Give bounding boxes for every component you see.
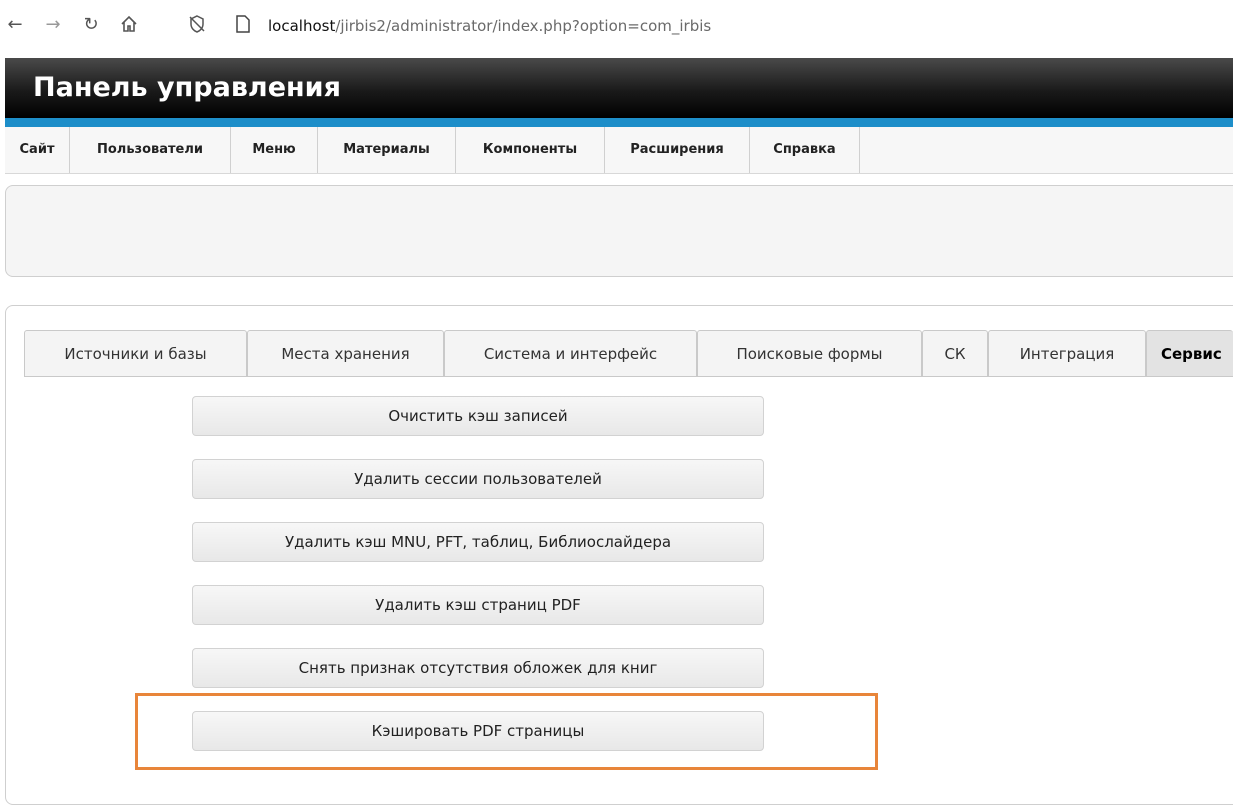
delete-pdf-pages-cache-button[interactable]: Удалить кэш страниц PDF — [192, 585, 764, 625]
menu-item-users[interactable]: Пользователи — [70, 127, 231, 173]
highlight-annotation — [135, 693, 878, 770]
tab-sources-and-databases[interactable]: Источники и базы — [24, 330, 247, 376]
page-title: Панель управления — [33, 72, 341, 103]
header-accent-stripe — [5, 118, 1233, 127]
menu-item-extensions[interactable]: Расширения — [605, 127, 750, 173]
home-icon[interactable] — [118, 14, 140, 36]
delete-user-sessions-button[interactable]: Удалить сессии пользователей — [192, 459, 764, 499]
admin-header: Панель управления — [5, 58, 1233, 118]
toolbar-area — [5, 185, 1233, 277]
tab-search-forms[interactable]: Поисковые формы — [697, 330, 922, 376]
reset-missing-covers-button[interactable]: Снять признак отсутствия обложек для кни… — [192, 648, 764, 688]
tracking-protection-icon[interactable] — [186, 14, 208, 36]
menu-item-menus[interactable]: Меню — [231, 127, 318, 173]
menu-item-components[interactable]: Компоненты — [456, 127, 605, 173]
url-path: /jirbis2/administrator/index.php?option=… — [335, 17, 712, 35]
back-arrow-icon[interactable]: ← — [4, 14, 26, 36]
url-host: localhost — [268, 17, 336, 35]
page-info-icon[interactable] — [232, 14, 254, 36]
tab-integration[interactable]: Интеграция — [988, 330, 1146, 376]
menu-item-content[interactable]: Материалы — [318, 127, 456, 173]
tab-storage-locations[interactable]: Места хранения — [247, 330, 444, 376]
reload-icon[interactable]: ↻ — [80, 14, 102, 36]
menu-item-site[interactable]: Сайт — [5, 127, 70, 173]
menu-item-help[interactable]: Справка — [750, 127, 860, 173]
address-bar[interactable]: localhost/jirbis2/administrator/index.ph… — [268, 16, 711, 36]
forward-arrow-icon[interactable]: → — [42, 14, 64, 36]
clear-records-cache-button[interactable]: Очистить кэш записей — [192, 396, 764, 436]
tab-divider — [24, 376, 1233, 377]
tab-sk[interactable]: СК — [922, 330, 988, 376]
tab-system-and-interface[interactable]: Система и интерфейс — [444, 330, 697, 376]
tab-service[interactable]: Сервис — [1146, 330, 1233, 376]
browser-toolbar: ← → ↻ localhost/jirbis2/administrator/in… — [0, 0, 1233, 50]
delete-mnu-pft-cache-button[interactable]: Удалить кэш MNU, PFT, таблиц, Библиослай… — [192, 522, 764, 562]
top-menu: Сайт Пользователи Меню Материалы Компоне… — [5, 127, 1233, 174]
